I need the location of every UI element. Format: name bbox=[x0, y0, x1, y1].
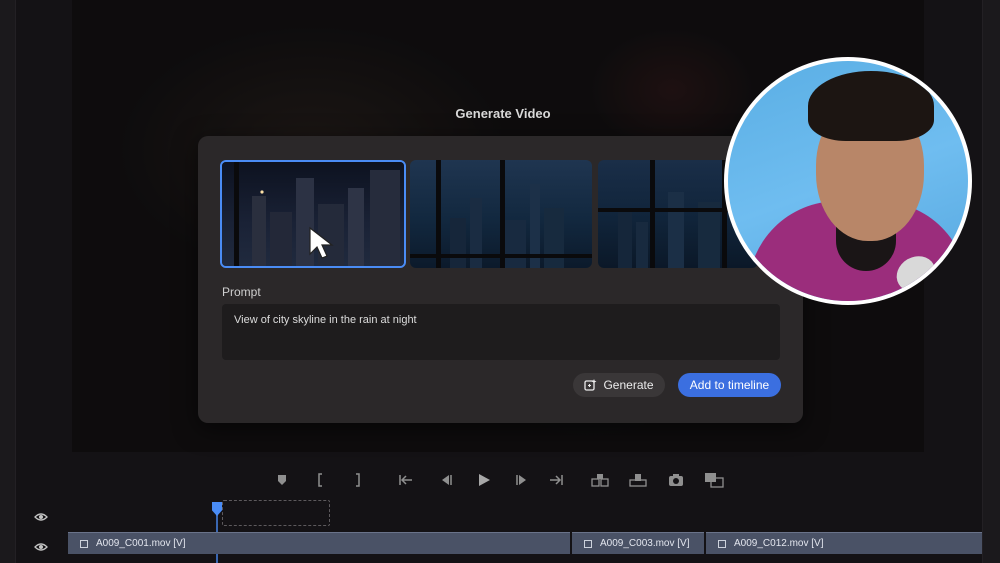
timeline-ruler[interactable] bbox=[60, 498, 984, 526]
multicam-icon[interactable] bbox=[702, 468, 726, 492]
add-marker-icon[interactable] bbox=[270, 468, 294, 492]
prompt-input[interactable]: View of city skyline in the rain at nigh… bbox=[222, 304, 780, 360]
presenter-hair bbox=[808, 71, 934, 141]
play-icon[interactable] bbox=[472, 468, 496, 492]
go-to-in-icon[interactable] bbox=[394, 468, 418, 492]
generate-button[interactable]: Generate bbox=[573, 373, 665, 397]
clip-fx-icon bbox=[718, 539, 726, 548]
webcam-overlay bbox=[724, 57, 972, 305]
clip-fx-icon bbox=[584, 539, 592, 548]
timeline-clip[interactable]: A009_C012.mov [V] bbox=[706, 532, 982, 554]
export-frame-icon[interactable] bbox=[664, 468, 688, 492]
dialog-title: Generate Video bbox=[455, 106, 551, 121]
left-panel-edge bbox=[0, 0, 16, 563]
step-forward-icon[interactable] bbox=[510, 468, 534, 492]
video-option-1[interactable] bbox=[220, 160, 406, 268]
mouse-cursor-icon bbox=[309, 226, 334, 259]
mark-in-icon[interactable] bbox=[308, 468, 332, 492]
in-out-range bbox=[222, 500, 330, 526]
prompt-label: Prompt bbox=[222, 285, 261, 299]
overwrite-icon[interactable] bbox=[626, 468, 650, 492]
clip-fx-icon bbox=[80, 539, 88, 548]
timeline-clip[interactable]: A009_C001.mov [V] bbox=[68, 532, 570, 554]
video-option-2[interactable] bbox=[410, 160, 592, 268]
track-visibility-eye-icon[interactable] bbox=[34, 512, 48, 522]
go-to-out-icon[interactable] bbox=[544, 468, 568, 492]
timeline-clip[interactable]: A009_C003.mov [V] bbox=[572, 532, 704, 554]
right-panel-edge bbox=[982, 0, 1000, 563]
clip-name: A009_C003.mov [V] bbox=[600, 538, 690, 549]
transport-controls bbox=[270, 468, 740, 492]
clip-name: A009_C001.mov [V] bbox=[96, 538, 186, 549]
insert-icon[interactable] bbox=[588, 468, 612, 492]
step-back-icon[interactable] bbox=[434, 468, 458, 492]
generate-video-dialog: Prompt View of city skyline in the rain … bbox=[198, 136, 803, 423]
generate-button-label: Generate bbox=[603, 378, 654, 392]
add-to-timeline-button[interactable]: Add to timeline bbox=[678, 373, 781, 397]
track-visibility-eye-icon[interactable] bbox=[34, 542, 48, 552]
clip-name: A009_C012.mov [V] bbox=[734, 538, 824, 549]
mark-out-icon[interactable] bbox=[346, 468, 370, 492]
generate-icon bbox=[584, 378, 597, 391]
